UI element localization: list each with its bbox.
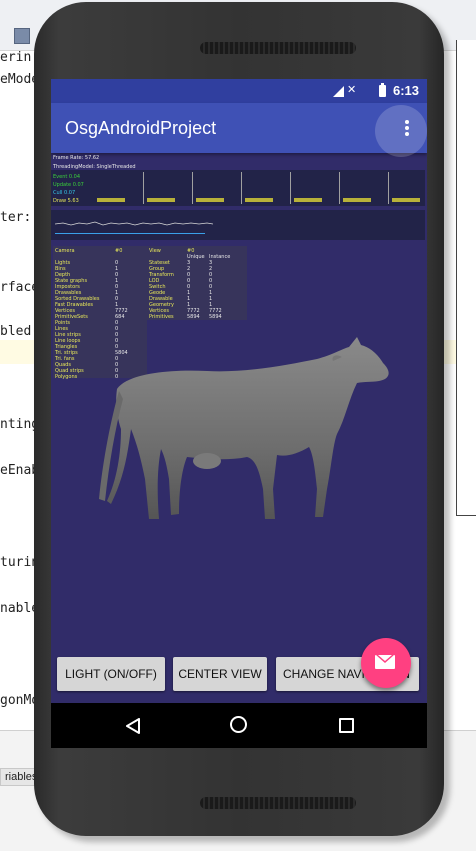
draw-bar [343, 198, 371, 202]
light-toggle-button[interactable]: LIGHT (ON/OFF) [57, 657, 165, 691]
back-icon[interactable] [126, 718, 140, 734]
view-instance-header: Instance [209, 254, 231, 260]
cull-time-label: Cull 0.07 [53, 190, 76, 196]
event-time-label: Event 0.04 [53, 174, 81, 180]
draw-bar [294, 198, 322, 202]
frame-tick [143, 172, 144, 204]
frame-rate-text: Frame Rate: 57.62 [53, 155, 100, 161]
bottom-speaker [200, 797, 356, 809]
battery-charging-icon [379, 83, 386, 97]
view-stat-label: Primitives [149, 314, 174, 320]
draw-bar [97, 198, 125, 202]
ide-side-panel [456, 40, 476, 516]
draw-bar [392, 198, 420, 202]
update-time-label: Update 0.07 [53, 182, 84, 188]
app-bar: OsgAndroidProject [51, 103, 427, 157]
frame-tick [192, 172, 193, 204]
frame-tick [241, 172, 242, 204]
draw-bar [147, 198, 175, 202]
overflow-menu-button[interactable] [375, 105, 427, 157]
draw-time-label: Draw 5.63 [53, 198, 79, 204]
phone-screen: ✕ 6:13 OsgAndroidProject Frame Rate: 57.… [51, 79, 427, 748]
frame-tick [388, 172, 389, 204]
status-time: 6:13 [392, 83, 419, 98]
frame-tick [290, 172, 291, 204]
camera-header-value: #0 [115, 248, 123, 254]
email-fab-button[interactable] [361, 638, 411, 688]
center-view-button[interactable]: CENTER VIEW [173, 657, 267, 691]
home-icon[interactable] [230, 716, 247, 733]
camera-header-label: Camera [55, 248, 75, 254]
frame-rate-graph [55, 221, 214, 226]
recent-apps-icon[interactable] [339, 718, 354, 733]
ide-code-line: erin [0, 50, 32, 65]
draw-bar [245, 198, 273, 202]
view-header-label: View [149, 248, 161, 254]
view-stat-unique: 5894 [187, 314, 200, 320]
email-icon [375, 655, 395, 669]
navigation-bar [51, 703, 427, 748]
top-speaker [200, 42, 356, 54]
app-title: OsgAndroidProject [65, 118, 217, 138]
graph-baseline [55, 233, 205, 234]
ide-toolbar-icon[interactable] [14, 28, 30, 44]
view-stat-instance: 5894 [209, 314, 222, 320]
signal-icon [333, 86, 344, 97]
frame-tick [339, 172, 340, 204]
draw-bar [196, 198, 224, 202]
cow-model[interactable] [87, 329, 397, 529]
status-bar: ✕ 6:13 [51, 79, 427, 103]
more-vert-icon[interactable] [405, 120, 409, 138]
camera-stat-label: Polygons [55, 374, 78, 380]
no-signal-icon: ✕ [347, 84, 357, 96]
